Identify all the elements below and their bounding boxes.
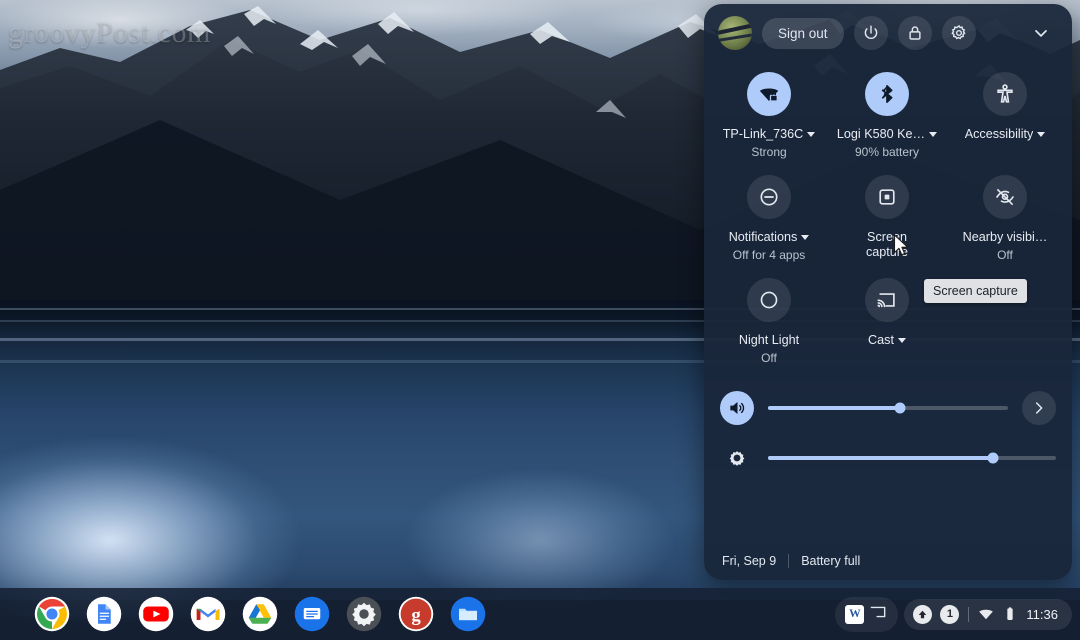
night-light-icon [747, 278, 791, 322]
file-window-icon[interactable] [868, 602, 888, 627]
shelf-app-chrome[interactable] [34, 596, 70, 632]
battery-status-label[interactable]: Battery full [801, 554, 860, 568]
tile-nearby-visibility-sub: Off [997, 248, 1013, 262]
shelf-app-drive[interactable] [242, 596, 278, 632]
brightness-slider-track[interactable] [768, 456, 1056, 460]
collapse-panel-chevron-down-icon[interactable] [1024, 16, 1058, 50]
quick-settings-tiles: TP-Link_736C Strong Logi K580 Ke… [704, 56, 1072, 371]
sign-out-button[interactable]: Sign out [762, 18, 844, 49]
shelf-app-groovypost[interactable]: g [398, 596, 434, 632]
update-arrow-icon[interactable] [913, 605, 932, 624]
shelf-app-youtube[interactable] [138, 596, 174, 632]
shelf-app-list: g [0, 588, 486, 640]
quick-settings-footer: Fri, Sep 9 Battery full [704, 542, 1072, 580]
cast-icon [865, 278, 909, 322]
tile-bluetooth-label: Logi K580 Ke… [837, 127, 937, 142]
wifi-locked-icon [747, 72, 791, 116]
tile-cast-label: Cast [868, 333, 906, 348]
tile-notifications[interactable]: Notifications Off for 4 apps [710, 165, 828, 268]
screen-capture-icon [865, 175, 909, 219]
bluetooth-icon [865, 72, 909, 116]
tile-accessibility-label: Accessibility [965, 127, 1046, 142]
footer-divider [788, 554, 789, 568]
clock-label[interactable]: 11:36 [1026, 607, 1058, 622]
lock-icon[interactable] [898, 16, 932, 50]
gear-icon[interactable] [942, 16, 976, 50]
tile-nearby-visibility-label: Nearby visibi… [963, 230, 1048, 245]
tile-night-light-sub: Off [761, 351, 777, 365]
shelf-app-files[interactable] [450, 596, 486, 632]
tile-network-sub: Strong [751, 145, 786, 159]
avatar[interactable] [718, 16, 752, 50]
shelf-app-docs[interactable] [86, 596, 122, 632]
notification-count-badge[interactable]: 1 [940, 605, 959, 624]
shelf-app-settings[interactable] [346, 596, 382, 632]
tray-divider [968, 607, 969, 622]
tile-screen-capture[interactable]: Screen capture [828, 165, 946, 268]
do-not-disturb-icon [747, 175, 791, 219]
battery-icon[interactable] [1002, 606, 1018, 622]
brightness-slider-fill [768, 456, 993, 460]
tile-bluetooth[interactable]: Logi K580 Ke… 90% battery [828, 62, 946, 165]
svg-text:g: g [411, 605, 421, 626]
volume-slider-row [704, 383, 1072, 433]
watermark: groovyPost.com [8, 16, 211, 50]
tile-notifications-label: Notifications [729, 230, 810, 245]
tile-network-label: TP-Link_736C [723, 127, 816, 142]
tile-row-1: TP-Link_736C Strong Logi K580 Ke… [710, 62, 1066, 165]
screen-capture-tooltip: Screen capture [924, 279, 1027, 303]
quick-settings-header: Sign out [704, 4, 1072, 56]
chevron-down-icon[interactable] [898, 338, 906, 343]
power-icon[interactable] [854, 16, 888, 50]
tile-night-light[interactable]: Night Light Off [710, 268, 828, 371]
brightness-icon[interactable] [720, 441, 754, 475]
chevron-down-icon[interactable] [807, 132, 815, 137]
volume-slider-track[interactable] [768, 406, 1008, 410]
brightness-slider-knob[interactable] [987, 453, 998, 464]
date-label[interactable]: Fri, Sep 9 [722, 554, 776, 568]
tile-accessibility[interactable]: Accessibility [946, 62, 1064, 165]
tile-bluetooth-sub: 90% battery [855, 145, 919, 159]
brightness-slider-row [704, 433, 1072, 483]
shelf-app-keep[interactable] [294, 596, 330, 632]
status-tray[interactable]: 1 11:36 [904, 599, 1072, 630]
volume-slider-fill [768, 406, 900, 410]
volume-icon[interactable] [720, 391, 754, 425]
shelf: g W 1 [0, 588, 1080, 640]
eye-off-icon [983, 175, 1027, 219]
window-group-button[interactable]: W [835, 597, 898, 632]
tile-network[interactable]: TP-Link_736C Strong [710, 62, 828, 165]
chevron-down-icon[interactable] [1037, 132, 1045, 137]
accessibility-icon [983, 72, 1027, 116]
chevron-down-icon[interactable] [801, 235, 809, 240]
tile-row-2: Notifications Off for 4 apps Screen capt… [710, 165, 1066, 268]
tile-notifications-sub: Off for 4 apps [733, 248, 806, 262]
word-document-icon[interactable]: W [845, 605, 864, 624]
wifi-icon[interactable] [978, 606, 994, 622]
volume-slider-knob[interactable] [895, 403, 906, 414]
tile-nearby-visibility[interactable]: Nearby visibi… Off [946, 165, 1064, 268]
tile-screen-capture-label: Screen capture [852, 230, 922, 260]
chromeos-desktop: groovyPost.com Sign out [0, 0, 1080, 640]
audio-settings-chevron-right-icon[interactable] [1022, 391, 1056, 425]
chevron-down-icon[interactable] [929, 132, 937, 137]
shelf-app-gmail[interactable] [190, 596, 226, 632]
shelf-status-area: W 1 11:36 [835, 588, 1072, 640]
tile-night-light-label: Night Light [739, 333, 799, 348]
